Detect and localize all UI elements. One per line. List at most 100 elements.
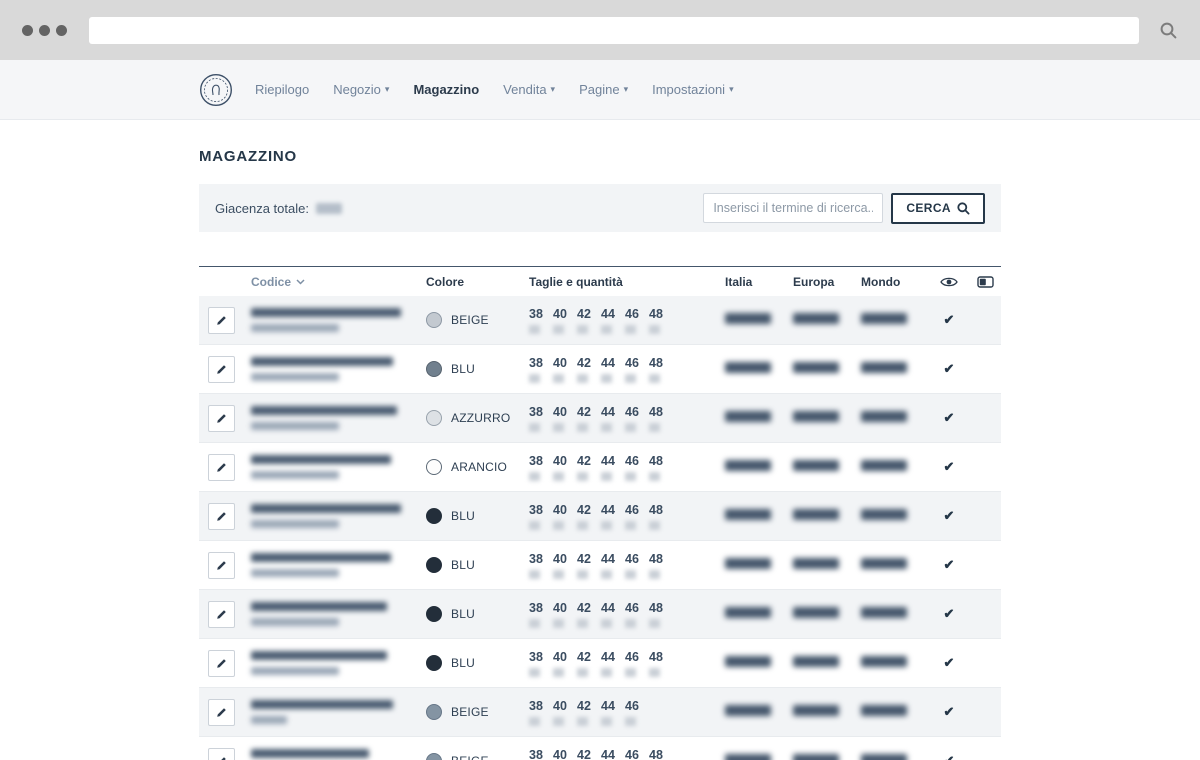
pencil-icon — [215, 657, 228, 670]
edit-button[interactable] — [208, 454, 235, 481]
nav-item-vendita[interactable]: Vendita ▾ — [503, 82, 555, 97]
product-code-redacted — [251, 504, 426, 528]
size-label: 40 — [553, 699, 577, 713]
size-quantity: 38 — [529, 650, 553, 677]
size-label: 44 — [601, 405, 625, 419]
size-label: 44 — [601, 650, 625, 664]
size-label: 42 — [577, 356, 601, 370]
size-label: 46 — [625, 552, 649, 566]
size-quantity: 40 — [553, 503, 577, 530]
quantity-redacted — [577, 423, 588, 432]
price-mondo-redacted — [861, 509, 907, 520]
window-controls[interactable] — [22, 25, 67, 36]
chevron-down-icon: ▾ — [624, 85, 629, 94]
nav-item-label: Negozio — [333, 82, 381, 97]
quantity-redacted — [553, 521, 564, 530]
size-label: 46 — [625, 307, 649, 321]
quantity-redacted — [529, 325, 540, 334]
search-button[interactable]: CERCA — [891, 193, 985, 224]
edit-button[interactable] — [208, 601, 235, 628]
size-quantity: 44 — [601, 552, 625, 579]
nav-item-impostazioni[interactable]: Impostazioni ▾ — [652, 82, 734, 97]
size-quantity: 40 — [553, 405, 577, 432]
price-europa-redacted — [793, 362, 839, 373]
published-check-icon: ✔ — [944, 753, 955, 760]
table-row: AZZURRO 384042444648 ✔ — [199, 394, 1001, 443]
size-label: 44 — [601, 356, 625, 370]
edit-button[interactable] — [208, 503, 235, 530]
size-quantity: 42 — [577, 405, 601, 432]
size-label: 48 — [649, 454, 673, 468]
product-code-redacted — [251, 700, 426, 724]
size-label: 42 — [577, 699, 601, 713]
color-name: BLU — [451, 509, 475, 523]
size-label: 38 — [529, 503, 553, 517]
sizes-list: 384042444648 — [529, 650, 725, 677]
brand-logo[interactable] — [199, 73, 233, 107]
edit-button[interactable] — [208, 405, 235, 432]
edit-button[interactable] — [208, 356, 235, 383]
code-line-redacted — [251, 504, 401, 513]
quantity-redacted — [601, 668, 612, 677]
size-quantity: 48 — [649, 356, 673, 383]
size-label: 38 — [529, 454, 553, 468]
size-quantity: 44 — [601, 503, 625, 530]
size-quantity: 46 — [625, 454, 649, 481]
quantity-redacted — [601, 325, 612, 334]
edit-button[interactable] — [208, 699, 235, 726]
edit-button[interactable] — [208, 552, 235, 579]
nav-item-magazzino[interactable]: Magazzino ▾ — [413, 82, 479, 97]
color-name: BEIGE — [451, 313, 489, 327]
main-content: MAGAZZINO Giacenza totale: CERCA Codice — [199, 120, 1001, 760]
table-header: Codice Colore Taglie e quantità Italia E… — [199, 267, 1001, 296]
eye-icon — [940, 276, 958, 288]
color-swatch — [426, 753, 442, 760]
column-header-codice[interactable]: Codice — [251, 275, 305, 289]
price-europa-redacted — [793, 313, 839, 324]
product-code-redacted — [251, 602, 426, 626]
size-label: 38 — [529, 699, 553, 713]
browser-search-icon[interactable] — [1159, 21, 1178, 40]
size-label: 46 — [625, 503, 649, 517]
quantity-redacted — [553, 570, 564, 579]
code-line-redacted — [251, 602, 387, 611]
size-quantity: 38 — [529, 552, 553, 579]
sizes-list: 384042444648 — [529, 503, 725, 530]
code-subline-redacted — [251, 569, 339, 577]
size-label: 40 — [553, 650, 577, 664]
quantity-redacted — [625, 374, 636, 383]
quantity-redacted — [649, 521, 660, 530]
search-input[interactable] — [703, 193, 883, 223]
sizes-list: 384042444648 — [529, 748, 725, 760]
edit-button[interactable] — [208, 307, 235, 334]
quantity-redacted — [601, 570, 612, 579]
window-dot — [22, 25, 33, 36]
size-quantity: 46 — [625, 699, 649, 726]
chevron-down-icon: ▾ — [551, 85, 556, 94]
quantity-redacted — [577, 619, 588, 628]
column-header-colore: Colore — [426, 275, 529, 289]
size-label: 40 — [553, 552, 577, 566]
nav-item-pagine[interactable]: Pagine ▾ — [579, 82, 628, 97]
code-subline-redacted — [251, 324, 339, 332]
price-italia-redacted — [725, 411, 771, 422]
pencil-icon — [215, 461, 228, 474]
color-swatch — [426, 508, 442, 524]
nav-item-riepilogo[interactable]: Riepilogo ▾ — [255, 82, 309, 97]
quantity-redacted — [601, 521, 612, 530]
size-label: 42 — [577, 748, 601, 760]
quantity-redacted — [577, 521, 588, 530]
published-check-icon: ✔ — [944, 508, 955, 524]
stock-label: Giacenza totale: — [215, 201, 309, 216]
size-quantity: 42 — [577, 552, 601, 579]
edit-button[interactable] — [208, 748, 235, 760]
edit-button[interactable] — [208, 650, 235, 677]
size-label: 46 — [625, 650, 649, 664]
price-italia-redacted — [725, 362, 771, 373]
size-label: 48 — [649, 307, 673, 321]
chevron-down-icon: ▾ — [385, 85, 390, 94]
nav-item-negozio[interactable]: Negozio ▾ — [333, 82, 389, 97]
address-bar[interactable] — [89, 17, 1139, 44]
product-code-redacted — [251, 749, 426, 760]
price-mondo-redacted — [861, 607, 907, 618]
